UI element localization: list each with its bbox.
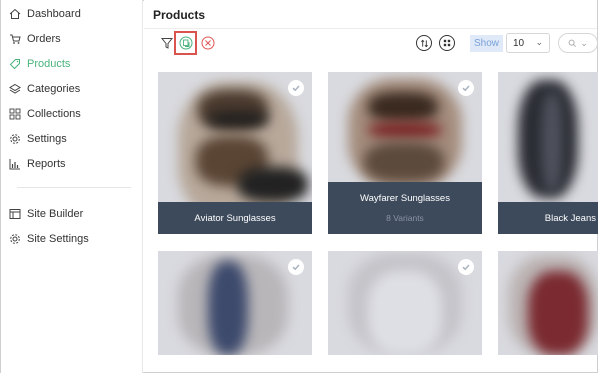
product-name: Aviator Sunglasses bbox=[194, 213, 276, 224]
search-dropdown[interactable]: ⌄ bbox=[558, 33, 598, 53]
chevron-down-icon: ⌄ bbox=[535, 37, 543, 47]
selected-check-icon[interactable] bbox=[288, 259, 304, 275]
sidebar-item-categories[interactable]: Categories bbox=[9, 80, 80, 98]
product-caption: Wayfarer Sunglasses 8 Variants bbox=[328, 182, 482, 234]
sidebar-item-label: Site Builder bbox=[27, 208, 84, 220]
cart-icon bbox=[9, 33, 21, 45]
product-caption: Aviator Sunglasses bbox=[158, 202, 312, 234]
product-card[interactable] bbox=[498, 251, 598, 355]
selected-check-icon[interactable] bbox=[458, 259, 474, 275]
per-page-select[interactable]: 10 ⌄ bbox=[506, 33, 550, 53]
selected-check-icon[interactable] bbox=[288, 80, 304, 96]
site-builder-icon bbox=[9, 208, 21, 220]
product-image bbox=[498, 251, 598, 355]
sidebar-item-reports[interactable]: Reports bbox=[9, 155, 66, 173]
sidebar-divider bbox=[17, 187, 131, 188]
product-card[interactable] bbox=[158, 251, 312, 355]
sidebar-item-label: Collections bbox=[27, 108, 81, 120]
cancel-icon[interactable] bbox=[200, 35, 216, 51]
duplicate-icon[interactable] bbox=[178, 35, 194, 51]
tag-icon bbox=[9, 58, 21, 70]
sidebar-item-label: Reports bbox=[27, 158, 66, 170]
product-card-aviator[interactable]: Aviator Sunglasses bbox=[158, 72, 312, 234]
product-variants: 8 Variants bbox=[386, 213, 424, 223]
selected-check-icon[interactable] bbox=[458, 80, 474, 96]
chevron-down-icon: ⌄ bbox=[580, 37, 588, 48]
grid-view-button[interactable] bbox=[439, 35, 455, 51]
sidebar-item-settings[interactable]: Settings bbox=[9, 130, 67, 148]
sidebar-item-label: Dashboard bbox=[27, 8, 81, 20]
sidebar-item-orders[interactable]: Orders bbox=[9, 30, 61, 48]
grid-view-icon bbox=[443, 39, 451, 47]
sidebar-item-label: Settings bbox=[27, 133, 67, 145]
sort-icon bbox=[420, 39, 428, 47]
page-title: Products bbox=[153, 8, 206, 22]
product-name: Wayfarer Sunglasses bbox=[360, 193, 450, 204]
gear-icon bbox=[9, 133, 21, 145]
product-card-wayfarer[interactable]: Wayfarer Sunglasses 8 Variants bbox=[328, 72, 482, 234]
sidebar: Dashboard Orders Products Categories Col… bbox=[1, 0, 143, 373]
per-page-value: 10 bbox=[513, 37, 525, 49]
filter-icon[interactable] bbox=[159, 35, 175, 51]
sidebar-item-dashboard[interactable]: Dashboard bbox=[9, 5, 81, 23]
sidebar-item-collections[interactable]: Collections bbox=[9, 105, 81, 123]
grid-icon bbox=[9, 108, 21, 120]
gear-icon bbox=[9, 233, 21, 245]
sidebar-item-site-settings[interactable]: Site Settings bbox=[9, 230, 89, 248]
chart-icon bbox=[9, 158, 21, 170]
sidebar-item-products[interactable]: Products bbox=[9, 55, 70, 73]
show-label: Show bbox=[470, 35, 503, 52]
sidebar-item-label: Site Settings bbox=[27, 233, 89, 245]
product-card[interactable] bbox=[328, 251, 482, 355]
sidebar-item-label: Orders bbox=[27, 33, 61, 45]
layers-icon bbox=[9, 83, 21, 95]
product-caption: Black Jeans bbox=[498, 202, 598, 234]
sidebar-item-label: Categories bbox=[27, 83, 81, 95]
home-icon bbox=[9, 8, 21, 20]
sort-button[interactable] bbox=[416, 35, 432, 51]
header-divider bbox=[144, 28, 597, 29]
search-icon bbox=[568, 39, 577, 47]
sidebar-item-label: Products bbox=[27, 58, 71, 70]
product-card-black-jeans[interactable]: Black Jeans bbox=[498, 72, 598, 234]
sidebar-item-site-builder[interactable]: Site Builder bbox=[9, 205, 83, 223]
product-name: Black Jeans bbox=[544, 213, 596, 224]
main-content: Products Show 10 ⌄ ⌄ Aviator Sunglasses … bbox=[144, 0, 598, 372]
